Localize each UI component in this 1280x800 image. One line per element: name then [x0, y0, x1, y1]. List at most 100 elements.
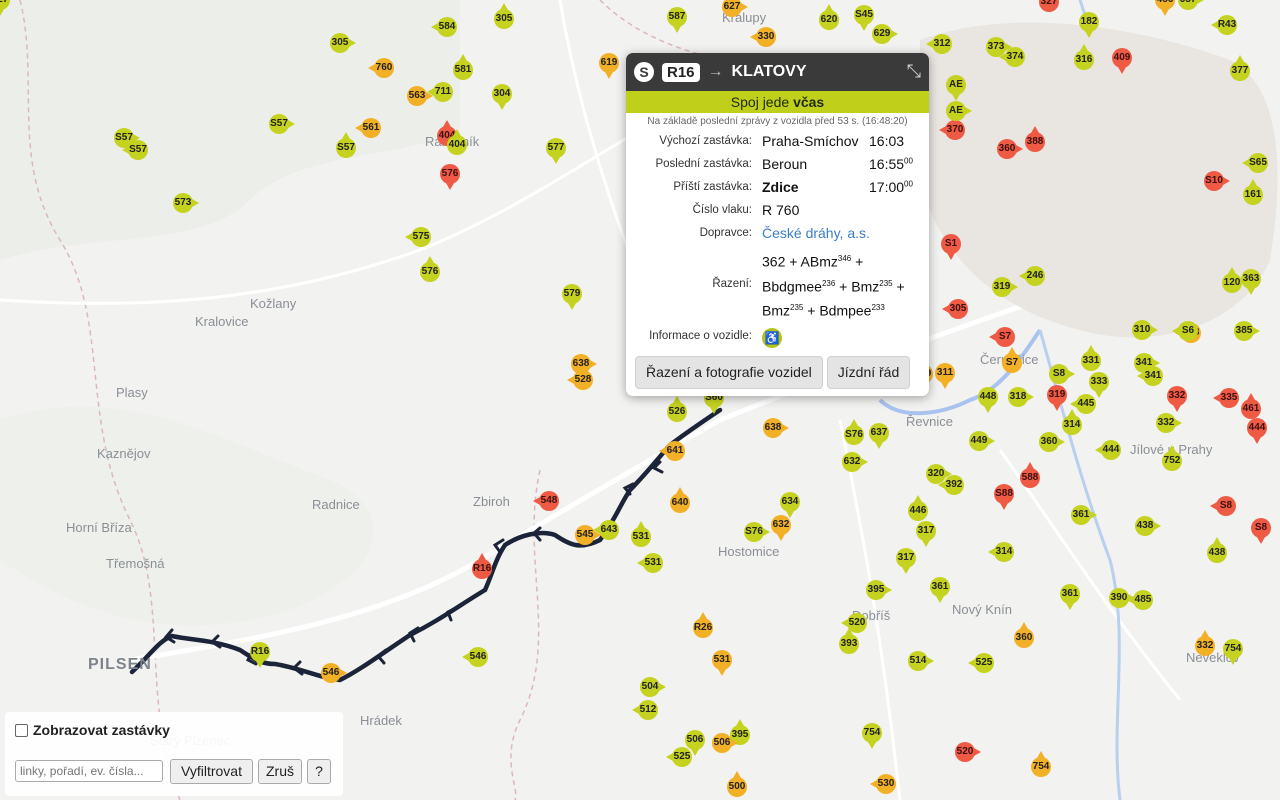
vehicle-marker[interactable]: 449	[969, 431, 995, 451]
vehicle-marker[interactable]: 120	[1222, 267, 1242, 293]
vehicle-marker[interactable]: 576	[440, 164, 460, 190]
vehicle-marker[interactable]: S57	[122, 140, 148, 160]
vehicle-marker[interactable]: 182	[1079, 12, 1099, 38]
vehicle-marker[interactable]: 388	[1025, 126, 1045, 152]
vehicle-marker[interactable]: 525	[968, 653, 994, 673]
vehicle-marker[interactable]: 579	[562, 284, 582, 310]
vehicle-marker[interactable]: 520	[955, 742, 981, 762]
vehicle-marker[interactable]: 332	[1195, 630, 1215, 656]
vehicle-marker[interactable]: 332	[1156, 413, 1182, 433]
cancel-filter-button[interactable]: Zruš	[258, 759, 302, 784]
wheelchair-icon[interactable]: ♿	[762, 327, 782, 348]
vehicle-marker[interactable]: 514	[908, 651, 934, 671]
vehicle-marker[interactable]: 392	[938, 475, 964, 495]
vehicle-marker[interactable]: 304	[492, 84, 512, 110]
vehicle-marker[interactable]: 620	[819, 4, 839, 30]
vehicle-marker[interactable]: 333	[1089, 372, 1109, 398]
vehicle-marker[interactable]: R16	[472, 553, 492, 579]
vehicle-marker[interactable]: 640	[670, 487, 690, 513]
vehicle-marker[interactable]: 317	[916, 521, 936, 547]
show-stops-checkbox[interactable]	[15, 723, 28, 737]
vehicle-marker[interactable]: 331	[1081, 345, 1101, 371]
vehicle-marker[interactable]: S8	[1210, 496, 1236, 516]
vehicle-marker[interactable]: 526	[667, 396, 687, 422]
vehicle-marker[interactable]: 548	[533, 491, 559, 511]
vehicle-marker[interactable]: 500	[727, 771, 747, 797]
vehicle-marker[interactable]: 361	[1071, 505, 1097, 525]
vehicle-marker[interactable]: 316	[1074, 44, 1094, 70]
vehicle-marker[interactable]: 446	[908, 495, 928, 521]
vehicle-marker[interactable]: 506	[685, 730, 705, 756]
vehicle-marker[interactable]: 319	[992, 277, 1018, 297]
vehicle-marker[interactable]: 314	[988, 542, 1014, 562]
vehicle-marker[interactable]: S88	[994, 484, 1014, 510]
vehicle-marker[interactable]: 512	[632, 700, 658, 720]
timetable-button[interactable]: Jízdní řád	[826, 356, 911, 389]
vehicle-marker[interactable]: 341	[1137, 366, 1163, 386]
vehicle-marker[interactable]: 563	[407, 86, 433, 106]
vehicle-marker[interactable]: 754	[1223, 639, 1243, 665]
vehicle-marker[interactable]: 438	[1135, 516, 1161, 536]
vehicle-marker[interactable]: AE	[946, 75, 966, 101]
vehicle-marker[interactable]: 634	[780, 492, 800, 518]
vehicle-marker[interactable]: 390	[1109, 588, 1135, 608]
vehicle-marker[interactable]: 330	[750, 27, 776, 47]
vehicle-marker[interactable]: 374	[999, 47, 1025, 67]
vehicle-marker[interactable]: 575	[405, 227, 431, 247]
vehicle-marker[interactable]: 438	[1207, 537, 1227, 563]
vehicle-marker[interactable]: 314	[1062, 409, 1082, 435]
vehicle-marker[interactable]: 576	[420, 256, 440, 282]
vehicle-marker[interactable]: 317	[896, 548, 916, 574]
vehicle-marker[interactable]: S7	[1002, 347, 1022, 373]
vehicle-marker[interactable]: 619	[599, 53, 619, 79]
vehicle-marker[interactable]: 246	[1019, 266, 1045, 286]
vehicle-marker[interactable]: 360	[1039, 432, 1065, 452]
composition-photos-button[interactable]: Řazení a fotografie vozidel	[635, 356, 823, 389]
vehicle-marker[interactable]: R26	[693, 612, 713, 638]
vehicle-marker[interactable]: 531	[637, 553, 663, 573]
help-button[interactable]: ?	[307, 759, 331, 784]
vehicle-marker[interactable]: 641	[659, 441, 685, 461]
vehicle-marker[interactable]: 370	[939, 120, 965, 140]
vehicle-marker[interactable]: S57	[269, 114, 295, 134]
vehicle-marker[interactable]: R16	[250, 642, 270, 668]
operator-link[interactable]: České dráhy, a.s.	[762, 225, 921, 242]
collapse-icon[interactable]: ⤡	[907, 61, 921, 82]
vehicle-marker[interactable]: 448	[978, 387, 998, 413]
vehicle-marker[interactable]: 305	[330, 33, 356, 53]
vehicle-marker[interactable]: R43	[1211, 15, 1237, 35]
vehicle-marker[interactable]: S7	[989, 327, 1015, 347]
vehicle-marker[interactable]: 361	[1060, 584, 1080, 610]
vehicle-marker[interactable]: 319	[1047, 385, 1067, 411]
vehicle-marker[interactable]: 444	[1095, 440, 1121, 460]
vehicle-marker[interactable]: 395	[866, 580, 892, 600]
vehicle-marker[interactable]: S76	[844, 419, 864, 445]
vehicle-marker[interactable]: 305	[494, 3, 514, 29]
vehicle-marker[interactable]: 385	[1234, 321, 1260, 341]
vehicle-marker[interactable]: 310	[1132, 320, 1158, 340]
vehicle-marker[interactable]: 305	[942, 299, 968, 319]
vehicle-marker[interactable]: 546	[462, 647, 488, 667]
vehicle-marker[interactable]: 587	[667, 7, 687, 33]
vehicle-marker[interactable]: 754	[862, 723, 882, 749]
vehicle-marker[interactable]: 546	[321, 663, 347, 683]
vehicle-marker[interactable]: 161	[1243, 179, 1263, 205]
vehicle-marker[interactable]: S65	[1242, 153, 1268, 173]
vehicle-marker[interactable]: 363	[1241, 269, 1261, 295]
vehicle-marker[interactable]: 485	[1127, 590, 1153, 610]
vehicle-marker[interactable]: 632	[771, 515, 791, 541]
vehicle-marker[interactable]: S8	[1251, 518, 1271, 544]
vehicle-marker[interactable]: 332	[1167, 386, 1187, 412]
vehicle-marker[interactable]: 318	[1008, 387, 1034, 407]
vehicle-marker[interactable]: 445	[1070, 394, 1096, 414]
vehicle-marker[interactable]: 561	[355, 118, 381, 138]
vehicle-marker[interactable]: S1	[941, 234, 961, 260]
vehicle-marker[interactable]: 312	[926, 34, 952, 54]
vehicle-marker[interactable]: 581	[453, 54, 473, 80]
vehicle-marker[interactable]: S6	[1172, 321, 1198, 341]
vehicle-marker[interactable]: 361	[930, 577, 950, 603]
vehicle-marker[interactable]: 754	[1031, 751, 1051, 777]
vehicle-marker[interactable]: 530	[870, 774, 896, 794]
vehicle-marker[interactable]: 752	[1162, 445, 1182, 471]
vehicle-marker[interactable]: 393	[839, 628, 859, 654]
